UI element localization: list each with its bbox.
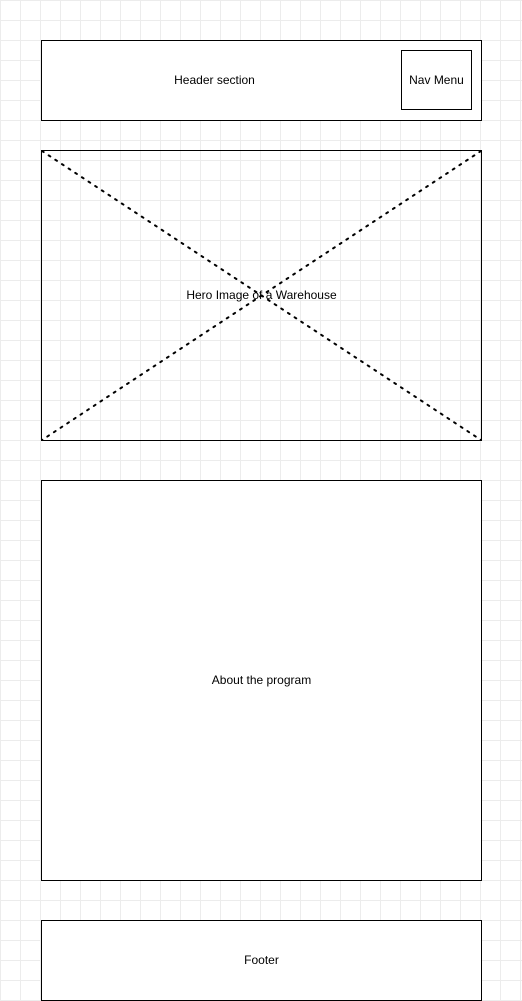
about-section-label: About the program [211,673,312,687]
hero-image-placeholder: Hero Image of a Warehouse [41,150,482,441]
nav-menu-label: Nav Menu [409,73,464,87]
footer-label: Footer [244,953,279,967]
header-section-label: Header section [174,73,255,87]
nav-menu[interactable]: Nav Menu [401,50,472,110]
hero-image-label: Hero Image of a Warehouse [186,288,337,302]
footer-section: Footer [41,920,482,1001]
about-section: About the program [41,480,482,881]
